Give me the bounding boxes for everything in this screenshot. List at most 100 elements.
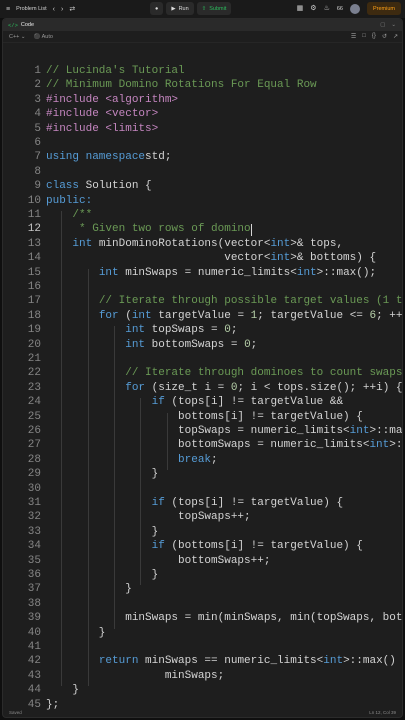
- code-token: 0: [224, 324, 231, 337]
- code-token: vector<: [46, 252, 271, 265]
- submit-label: Submit: [209, 5, 227, 12]
- code-token: >& bottoms) {: [290, 252, 377, 265]
- code-line[interactable]: topSwaps = numeric_limits<int>::max();: [46, 425, 402, 437]
- code-token: (: [118, 309, 132, 322]
- tab-code[interactable]: Code: [21, 22, 34, 28]
- code-line[interactable]: // Iterate through dominoes to count swa…: [46, 367, 402, 379]
- code-line[interactable]: #include <vector>: [46, 108, 158, 120]
- code-editor[interactable]: 1 2 3 4 5 6 7 8 9 10 11 12 13 14 15 16 17 18 19 20 21 22 23 24 2…: [3, 43, 402, 711]
- line-number: 12: [27, 223, 41, 236]
- code-line[interactable]: topSwaps++;: [46, 511, 251, 523]
- code-token: // Minimum Domino Rotations For Equal Ro…: [46, 79, 317, 92]
- code-line[interactable]: class Solution {: [46, 180, 152, 192]
- editor-toolbar: C++ ⌄ ⚫ Auto ☰ □ {} ↺ ↗: [3, 31, 402, 43]
- code-token: bottoms[i] != targetValue) {: [46, 410, 363, 423]
- line-number: 6: [34, 137, 41, 149]
- layout-icon[interactable]: ▦: [297, 5, 304, 12]
- maximize-icon[interactable]: ▢: [380, 22, 385, 28]
- code-line[interactable]: #include <limits>: [46, 123, 158, 135]
- code-line[interactable]: minSwaps;: [46, 670, 224, 682]
- code-token: int: [369, 439, 390, 452]
- top-navigation-bar: ≡ Problem List ‹ › ⇄ ● ▶ Run ⇧ Submit ▦ ⚙ …: [0, 0, 405, 18]
- code-token: int: [323, 655, 344, 668]
- code-line[interactable]: }: [46, 684, 79, 696]
- logo-icon[interactable]: ≡: [6, 6, 10, 13]
- code-token: minSwaps;: [46, 669, 225, 682]
- braces-icon[interactable]: {}: [372, 33, 376, 40]
- line-number: 40: [27, 626, 41, 639]
- indent-guide: [61, 211, 63, 687]
- chevron-left-icon[interactable]: ‹: [53, 6, 55, 13]
- code-line[interactable]: int minSwaps = numeric_limits<int>::max(…: [46, 267, 376, 279]
- code-line[interactable]: int minDominoRotations(vector<int>& tops…: [46, 238, 343, 250]
- code-line[interactable]: int topSwaps = 0;: [46, 324, 237, 336]
- code-line[interactable]: break;: [46, 454, 218, 466]
- line-number: 11: [27, 209, 41, 221]
- chevron-down-icon[interactable]: ⌄: [391, 22, 396, 28]
- line-number: 34: [27, 540, 41, 553]
- line-number: 28: [27, 453, 41, 466]
- code-token: bottomSwaps = numeric_limits<: [46, 439, 370, 452]
- note-icon[interactable]: ☰: [351, 33, 356, 40]
- autosave-toggle[interactable]: ⚫ Auto: [34, 34, 53, 40]
- avatar[interactable]: [349, 3, 360, 14]
- line-number: 23: [27, 381, 41, 394]
- code-line[interactable]: // Lucinda's Tutorial: [46, 65, 185, 77]
- premium-button[interactable]: Premium: [366, 2, 401, 15]
- code-line[interactable]: * Given two rows of domino: [46, 223, 251, 235]
- code-line[interactable]: bottomSwaps++;: [46, 555, 270, 567]
- code-line[interactable]: vector<int>& bottoms) {: [46, 252, 376, 264]
- reset-icon[interactable]: ↺: [382, 33, 387, 40]
- line-number: 32: [27, 511, 41, 524]
- problem-list-link[interactable]: Problem List: [16, 6, 47, 12]
- code-line[interactable]: minSwaps = min(minSwaps, min(topSwaps, b…: [46, 612, 402, 624]
- code-icon: </>: [8, 21, 18, 29]
- line-number: 25: [27, 410, 41, 423]
- code-line[interactable]: }: [46, 583, 132, 595]
- submit-button[interactable]: ⇧ Submit: [196, 2, 232, 15]
- code-token: minDominoRotations(vector<: [92, 237, 271, 250]
- code-line[interactable]: if (tops[i] != targetValue) {: [46, 497, 343, 509]
- line-number: 3: [34, 93, 41, 106]
- settings-icon[interactable]: ⚙: [310, 5, 316, 12]
- code-line[interactable]: public:: [46, 195, 92, 207]
- code-token: bottomSwaps++;: [46, 554, 271, 567]
- bookmark-icon[interactable]: □: [362, 33, 366, 40]
- code-line[interactable]: if (bottoms[i] != targetValue) {: [46, 540, 363, 552]
- code-line[interactable]: for (int targetValue = 1; targetValue <=…: [46, 310, 402, 322]
- line-number: 22: [27, 367, 41, 380]
- code-line[interactable]: // Minimum Domino Rotations For Equal Ro…: [46, 79, 317, 91]
- chevron-right-icon[interactable]: ›: [61, 6, 63, 13]
- code-token: std;: [145, 151, 172, 164]
- code-token: int: [125, 324, 146, 337]
- code-line[interactable]: if (tops[i] != targetValue &&: [46, 396, 343, 408]
- code-line[interactable]: int bottomSwaps = 0;: [46, 339, 257, 351]
- save-status: Saved: [9, 709, 22, 715]
- fullscreen-icon[interactable]: ↗: [393, 33, 398, 40]
- line-number: 1: [34, 65, 41, 77]
- code-line[interactable]: // Iterate through possible target value…: [46, 295, 402, 307]
- code-line[interactable]: }: [46, 627, 106, 639]
- line-number: 18: [27, 309, 41, 322]
- language-select[interactable]: C++ ⌄: [9, 34, 26, 40]
- code-line[interactable]: #include <algorithm>: [46, 94, 178, 106]
- fire-icon[interactable]: ♨: [324, 5, 330, 12]
- code-line[interactable]: return minSwaps == numeric_limits<int>::…: [46, 655, 402, 667]
- code-line[interactable]: for (size_t i = 0; i < tops.size(); ++i)…: [46, 382, 402, 394]
- code-token: // Iterate through dominoes to count swa…: [125, 367, 402, 380]
- code-line[interactable]: using namespacestd;: [46, 151, 171, 163]
- code-tab-bar: </> Code ▢ ⌄: [3, 19, 402, 31]
- code-token: >::max();: [369, 425, 402, 437]
- line-number: 21: [27, 353, 41, 365]
- code-line[interactable]: /**: [46, 209, 92, 221]
- code-token: ;: [230, 324, 238, 337]
- code-token: ; ++targetValue) {: [376, 309, 402, 322]
- shuffle-icon[interactable]: ⇄: [69, 6, 75, 13]
- run-button[interactable]: ▶ Run: [166, 2, 194, 15]
- code-line[interactable]: bottoms[i] != targetValue) {: [46, 411, 363, 423]
- code-line[interactable]: bottomSwaps = numeric_limits<int>::max()…: [46, 439, 402, 451]
- debug-button[interactable]: ●: [150, 2, 164, 15]
